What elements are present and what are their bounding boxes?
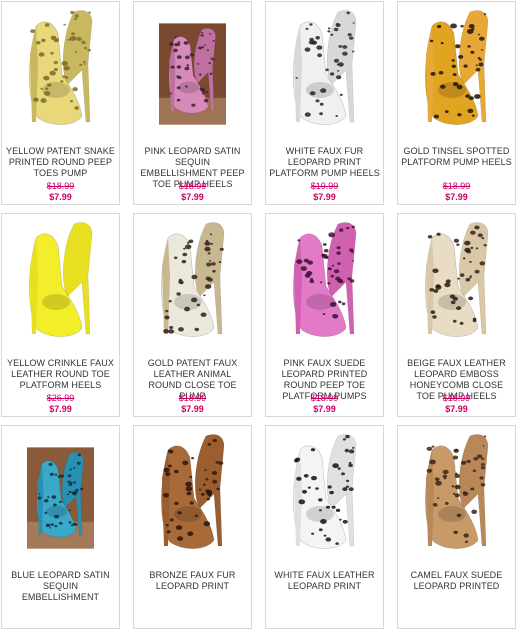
- shoe-image: [292, 10, 356, 125]
- price-block: $26.99 $7.99: [2, 393, 119, 415]
- product-image[interactable]: [266, 2, 383, 142]
- product-title[interactable]: WHITE FAUX LEATHER LEOPARD PRINT: [268, 570, 381, 592]
- shoe-image: [160, 222, 224, 337]
- product-card[interactable]: WHITE FAUX FUR LEOPARD PRINT PLATFORM PU…: [265, 1, 384, 205]
- product-card[interactable]: PINK FAUX SUEDE LEOPARD PRINTED ROUND PE…: [265, 213, 384, 417]
- original-price: $18.99: [178, 181, 207, 191]
- product-title[interactable]: CAMEL FAUX SUEDE LEOPARD PRINTED: [400, 570, 513, 592]
- product-image[interactable]: [398, 2, 515, 142]
- price-block: $18.99 $7.99: [134, 181, 251, 203]
- shoe-image: [424, 434, 488, 549]
- original-price: $18.99: [178, 393, 207, 403]
- product-card[interactable]: BEIGE FAUX LEATHER LEOPARD EMBOSS HONEYC…: [397, 213, 516, 417]
- shoe-image: [424, 222, 488, 337]
- price-block: $18.99 $7.99: [398, 393, 515, 415]
- sale-price: $7.99: [313, 192, 336, 202]
- product-card[interactable]: YELLOW PATENT SNAKE PRINTED ROUND PEEP T…: [1, 1, 120, 205]
- product-title[interactable]: BRONZE FAUX FUR LEOPARD PRINT: [136, 570, 249, 592]
- sale-price: $7.99: [445, 192, 468, 202]
- price-block: $18.99 $7.99: [2, 181, 119, 203]
- product-card[interactable]: BRONZE FAUX FUR LEOPARD PRINT: [133, 425, 252, 629]
- sale-price: $7.99: [49, 192, 72, 202]
- sale-price: $7.99: [181, 192, 204, 202]
- product-image[interactable]: [398, 426, 515, 566]
- sale-price: $7.99: [49, 404, 72, 414]
- original-price: $18.99: [442, 393, 471, 403]
- product-card[interactable]: BLUE LEOPARD SATIN SEQUIN EMBELLISHMENT: [1, 425, 120, 629]
- product-card[interactable]: GOLD TINSEL SPOTTED PLATFORM PUMP HEELS $…: [397, 1, 516, 205]
- shoe-image: [159, 23, 226, 125]
- product-title[interactable]: GOLD TINSEL SPOTTED PLATFORM PUMP HEELS: [400, 146, 513, 168]
- original-price: $18.99: [46, 181, 75, 191]
- product-card[interactable]: YELLOW CRINKLE FAUX LEATHER ROUND TOE PL…: [1, 213, 120, 417]
- price-block: $18.99 $7.99: [134, 393, 251, 415]
- original-price: $18.99: [442, 181, 471, 191]
- product-card[interactable]: CAMEL FAUX SUEDE LEOPARD PRINTED: [397, 425, 516, 629]
- shoe-image: [424, 10, 488, 125]
- product-image[interactable]: [27, 430, 94, 566]
- price-block: $18.99 $7.99: [266, 393, 383, 415]
- product-image[interactable]: [134, 426, 251, 566]
- original-price: $19.99: [310, 181, 339, 191]
- product-image[interactable]: [266, 214, 383, 354]
- product-title[interactable]: YELLOW PATENT SNAKE PRINTED ROUND PEEP T…: [4, 146, 117, 179]
- product-title[interactable]: WHITE FAUX FUR LEOPARD PRINT PLATFORM PU…: [268, 146, 381, 179]
- sale-price: $7.99: [181, 404, 204, 414]
- shoe-image: [27, 447, 94, 549]
- product-image[interactable]: [2, 214, 119, 354]
- product-image[interactable]: [159, 6, 226, 142]
- shoe-image: [28, 222, 92, 337]
- sale-price: $7.99: [445, 404, 468, 414]
- product-title[interactable]: BLUE LEOPARD SATIN SEQUIN EMBELLISHMENT: [4, 570, 117, 603]
- shoe-image: [160, 434, 224, 549]
- product-card[interactable]: GOLD PATENT FAUX LEATHER ANIMAL ROUND CL…: [133, 213, 252, 417]
- shoe-image: [292, 222, 356, 337]
- sale-price: $7.99: [313, 404, 336, 414]
- original-price: $26.99: [46, 393, 75, 403]
- product-image[interactable]: [398, 214, 515, 354]
- shoe-image: [28, 10, 92, 125]
- product-card[interactable]: PINK LEOPARD SATIN SEQUIN EMBELLISHMENT …: [133, 1, 252, 205]
- original-price: $18.99: [310, 393, 339, 403]
- product-title[interactable]: YELLOW CRINKLE FAUX LEATHER ROUND TOE PL…: [4, 358, 117, 391]
- product-grid: YELLOW PATENT SNAKE PRINTED ROUND PEEP T…: [0, 0, 518, 629]
- product-image[interactable]: [2, 2, 119, 142]
- price-block: $19.99 $7.99: [266, 181, 383, 203]
- price-block: $18.99 $7.99: [398, 181, 515, 203]
- product-image[interactable]: [266, 426, 383, 566]
- product-card[interactable]: WHITE FAUX LEATHER LEOPARD PRINT: [265, 425, 384, 629]
- shoe-image: [292, 434, 356, 549]
- product-image[interactable]: [134, 214, 251, 354]
